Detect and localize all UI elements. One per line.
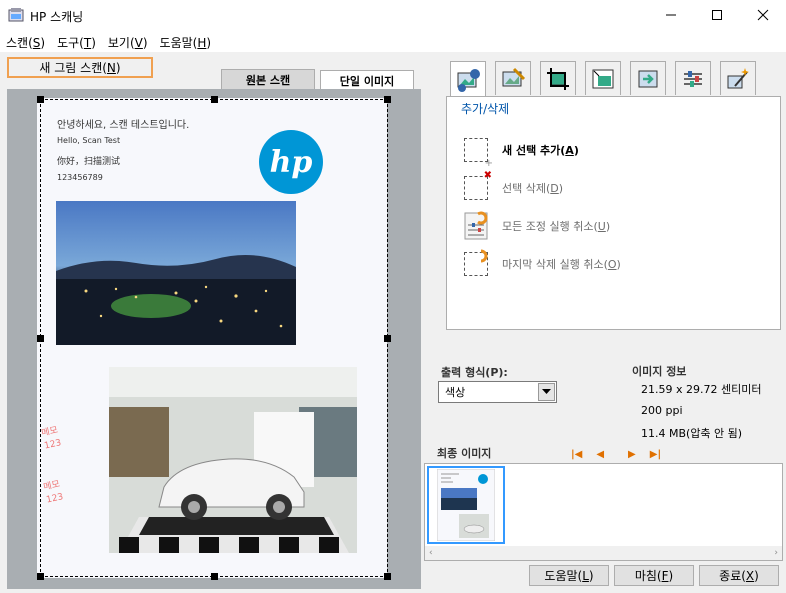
tool-tab-settings[interactable]: [675, 61, 711, 95]
image-info-size: 21.59 x 29.72 센티미터: [641, 383, 762, 396]
resize-handle-s[interactable]: [211, 573, 218, 580]
exit-button[interactable]: 종료(X): [699, 565, 779, 586]
next-image-button[interactable]: ▶: [628, 449, 636, 460]
output-format-label: 출력 형식(P):: [441, 366, 508, 379]
finish-button[interactable]: 마침(F): [614, 565, 694, 586]
thumbnail-scrollbar[interactable]: ‹ ›: [425, 546, 782, 560]
thumbnail-selected[interactable]: [427, 466, 505, 544]
window-title: HP 스캐닝: [30, 10, 84, 24]
output-format-select[interactable]: 색상: [438, 381, 557, 403]
image-info-title: 이미지 정보: [632, 365, 687, 378]
resize-handle-w[interactable]: [37, 335, 44, 342]
dropdown-arrow-icon[interactable]: [538, 383, 555, 401]
undo-last-delete-item[interactable]: 마지막 삭제 실행 취소(O): [464, 249, 621, 279]
add-selection-item[interactable]: + 새 선택 추가(A): [464, 135, 621, 169]
first-image-button[interactable]: |◀: [571, 449, 582, 460]
undo-delete-icon: [464, 249, 488, 276]
tool-tab-enhance[interactable]: [720, 61, 756, 95]
title-bar: HP 스캐닝: [0, 0, 786, 30]
crop-tool-icon: [547, 67, 569, 90]
thumbnail-image: [437, 469, 495, 541]
tool-panel: 추가/삭제 + 새 선택 추가(A) ✖ 선택 삭제(D) 모든 조정 실행 취…: [446, 96, 781, 330]
resize-handle-nw[interactable]: [37, 96, 44, 103]
resize-handle-se[interactable]: [384, 573, 391, 580]
menu-scan[interactable]: 스캔(S): [0, 30, 51, 52]
resize-handle-ne[interactable]: [384, 96, 391, 103]
tool-tab-resize[interactable]: [585, 61, 621, 95]
tab-original-scan[interactable]: 원본 스캔: [221, 69, 315, 89]
scroll-right-icon[interactable]: ›: [774, 548, 778, 558]
final-images-label: 최종 이미지: [437, 447, 492, 460]
scroll-left-icon[interactable]: ‹: [429, 548, 433, 558]
thumbnail-strip: ‹ ›: [424, 463, 783, 561]
prev-image-button[interactable]: ◀: [596, 449, 604, 460]
delete-selection-icon: ✖: [464, 170, 492, 200]
settings-tool-icon: [684, 70, 702, 87]
selection-rectangle[interactable]: [37, 96, 391, 580]
image-info-filesize: 11.4 MB(압축 안 됨): [641, 427, 743, 440]
new-scan-button[interactable]: 새 그림 스캔(N): [7, 57, 153, 78]
hp-scan-app-icon: [8, 8, 24, 22]
menu-view[interactable]: 보기(V): [102, 30, 154, 52]
maximize-button[interactable]: [694, 0, 740, 30]
maximize-icon: [712, 10, 722, 20]
image-info-resolution: 200 ppi: [641, 404, 683, 417]
resize-handle-n[interactable]: [211, 96, 218, 103]
resize-tool-icon: [592, 69, 614, 88]
minimize-icon: [666, 14, 676, 16]
delete-selection-item[interactable]: ✖ 선택 삭제(D): [464, 170, 621, 203]
add-selection-icon: +: [464, 138, 493, 169]
menu-bar: 스캔(S) 도구(T) 보기(V) 도움말(H): [0, 30, 786, 52]
thumbnail-navigation: |◀ ◀ ▶ ▶|: [571, 449, 661, 460]
minimize-button[interactable]: [648, 0, 694, 30]
resize-handle-e[interactable]: [384, 335, 391, 342]
undo-all-adjustments-item[interactable]: 모든 조정 실행 취소(U): [464, 211, 621, 241]
resize-handle-sw[interactable]: [37, 573, 44, 580]
undo-adjustments-icon: [464, 211, 488, 240]
close-icon: [757, 9, 769, 21]
tool-tab-add-remove[interactable]: [450, 61, 486, 97]
menu-tools[interactable]: 도구(T): [51, 30, 102, 52]
last-image-button[interactable]: ▶|: [650, 449, 661, 460]
tool-tab-crop[interactable]: [540, 61, 576, 95]
close-button[interactable]: [740, 0, 786, 30]
tool-tab-send[interactable]: [630, 61, 666, 95]
panel-title: 추가/삭제: [461, 102, 510, 116]
add-remove-tool-icon: [457, 68, 480, 92]
help-button[interactable]: 도움말(L): [529, 565, 609, 586]
enhance-tool-icon: [727, 67, 749, 88]
menu-help[interactable]: 도움말(H): [154, 30, 218, 52]
adjust-tool-icon: [502, 67, 526, 86]
tool-tab-adjust[interactable]: [495, 61, 531, 95]
tab-single-image[interactable]: 단일 이미지: [320, 70, 414, 90]
send-tool-icon: [638, 70, 658, 87]
preview-area: 안녕하세요, 스캔 테스트입니다. Hello, Scan Test 你好，扫描…: [7, 89, 421, 589]
